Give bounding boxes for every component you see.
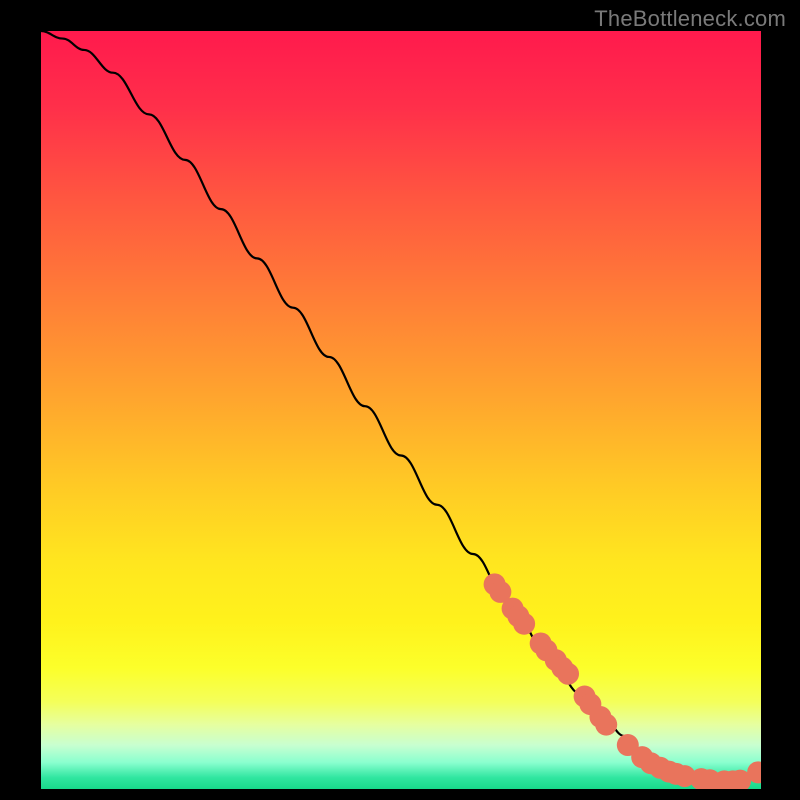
plot-area (41, 31, 761, 789)
data-marker (595, 714, 617, 736)
bottleneck-curve (41, 31, 761, 781)
watermark-text: TheBottleneck.com (594, 6, 786, 32)
plot-overlay (41, 31, 761, 789)
chart-root: TheBottleneck.com (0, 0, 800, 800)
data-marker (557, 663, 579, 685)
data-marker (513, 613, 535, 635)
data-markers (484, 573, 761, 789)
